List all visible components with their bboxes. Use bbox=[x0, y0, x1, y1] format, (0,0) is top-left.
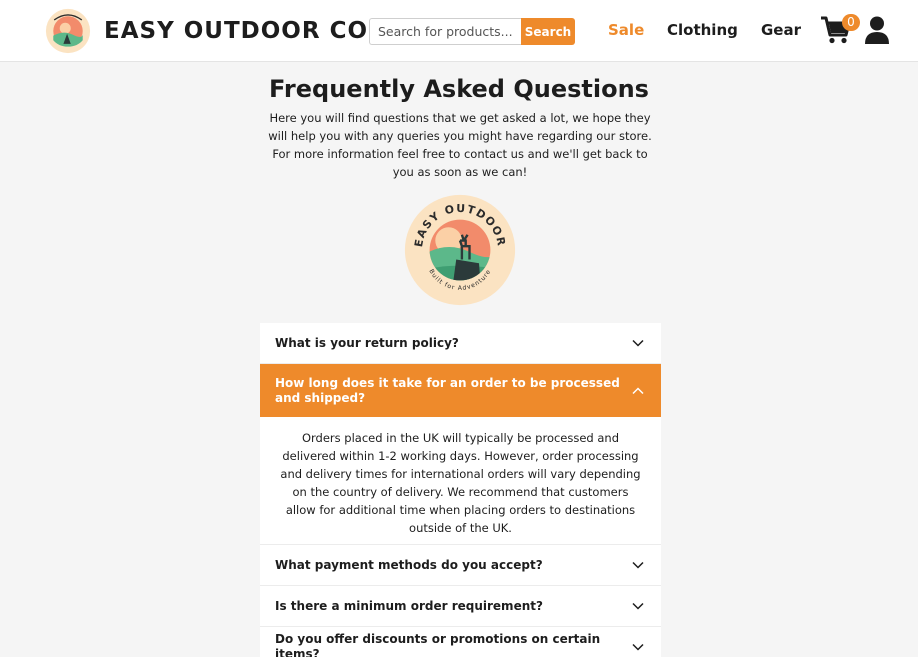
faq-question[interactable]: What payment methods do you accept? bbox=[275, 558, 625, 573]
faq-item[interactable]: Is there a minimum order requirement? bbox=[260, 586, 661, 627]
faq-question-row[interactable]: Is there a minimum order requirement? bbox=[260, 586, 661, 626]
search-button[interactable]: Search bbox=[521, 18, 575, 45]
faq-item[interactable]: What is your return policy? bbox=[260, 323, 661, 364]
chevron-down-icon[interactable] bbox=[631, 558, 645, 572]
faq-item[interactable]: Do you offer discounts or promotions on … bbox=[260, 627, 661, 657]
faq-question-row[interactable]: How long does it take for an order to be… bbox=[260, 364, 661, 417]
chevron-down-icon[interactable] bbox=[631, 640, 645, 654]
faq-item[interactable]: What payment methods do you accept? bbox=[260, 545, 661, 586]
page-title: Frequently Asked Questions bbox=[269, 75, 649, 103]
site-header: EASY OUTDOOR CO. Search Sale Clothing Ge… bbox=[0, 0, 918, 62]
nav-gear[interactable]: Gear bbox=[761, 20, 801, 40]
faq-question[interactable]: Do you offer discounts or promotions on … bbox=[275, 632, 625, 657]
faq-question-row[interactable]: What is your return policy? bbox=[260, 323, 661, 363]
chevron-down-icon[interactable] bbox=[631, 336, 645, 350]
brand-logo[interactable] bbox=[43, 8, 93, 54]
faq-question-row[interactable]: What payment methods do you accept? bbox=[260, 545, 661, 585]
cart-count-badge: 0 bbox=[842, 14, 860, 31]
chevron-up-icon[interactable] bbox=[631, 384, 645, 398]
faq-question-row[interactable]: Do you offer discounts or promotions on … bbox=[260, 627, 661, 657]
chevron-down-icon[interactable] bbox=[631, 599, 645, 613]
nav-sale[interactable]: Sale bbox=[608, 20, 644, 40]
intro-text: Here you will find questions that we get… bbox=[268, 111, 652, 179]
faq-question[interactable]: Is there a minimum order requirement? bbox=[275, 599, 625, 614]
faq-question[interactable]: How long does it take for an order to be… bbox=[275, 376, 625, 406]
faq-accordion: What is your return policy? How long doe… bbox=[260, 323, 661, 657]
search-input[interactable] bbox=[369, 18, 521, 45]
easy-outdoor-badge-logo: EASY OUTDOOR Built for Adventure bbox=[404, 194, 516, 306]
faq-item-expanded[interactable]: How long does it take for an order to be… bbox=[260, 364, 661, 545]
faq-question[interactable]: What is your return policy? bbox=[275, 336, 625, 351]
faq-answer: Orders placed in the UK will typically b… bbox=[280, 431, 641, 535]
nav-clothing[interactable]: Clothing bbox=[667, 20, 738, 40]
account-icon[interactable] bbox=[865, 16, 889, 44]
brand-name[interactable]: EASY OUTDOOR CO. bbox=[104, 16, 377, 46]
